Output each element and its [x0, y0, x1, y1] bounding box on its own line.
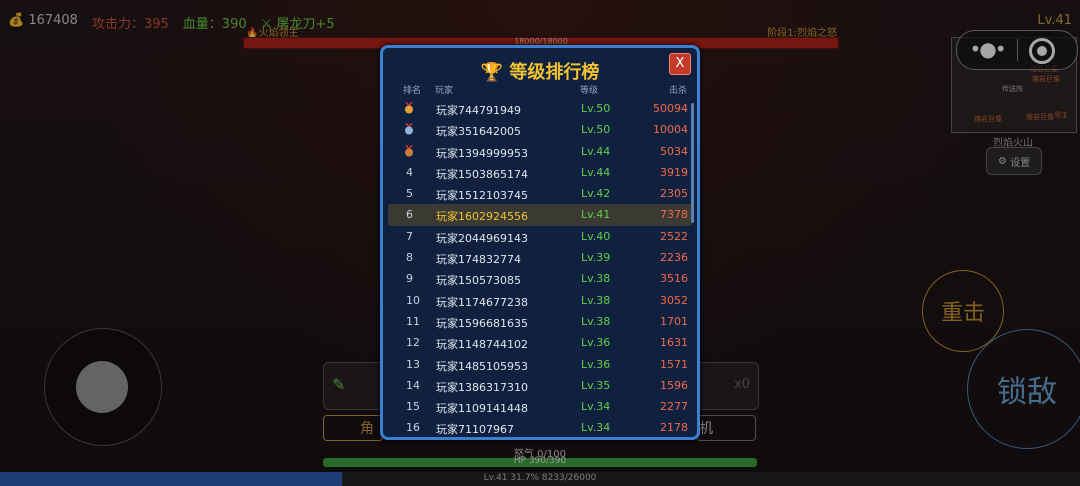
kill-count: 3919	[660, 165, 688, 179]
player-level-cell: Lv.34	[581, 400, 611, 414]
kill-count: 1571	[660, 357, 688, 371]
kill-count: 1631	[660, 336, 688, 350]
leaderboard-row[interactable]: 9 玩家150573085 Lv.38 3516	[388, 268, 692, 289]
player-level-cell: Lv.36	[581, 336, 611, 350]
leaderboard-row[interactable]: 5 玩家1512103745 Lv.42 2305	[388, 183, 692, 204]
gold-medal-icon	[405, 102, 413, 114]
rank-number: 12	[406, 336, 420, 350]
player-level-cell: Lv.44	[581, 144, 611, 158]
player-name: 玩家1503865174	[436, 167, 528, 181]
scrollbar[interactable]	[691, 103, 694, 223]
leaderboard-row[interactable]: 玩家744791949 Lv.50 50094	[388, 98, 692, 119]
player-level-cell: Lv.35	[581, 378, 611, 392]
leaderboard-row[interactable]: 16 玩家71107967 Lv.34 2178	[388, 417, 692, 438]
player-name: 玩家1148744102	[436, 338, 528, 352]
silver-medal-icon	[405, 123, 413, 135]
leaderboard-row[interactable]: 玩家351642005 Lv.50 10004	[388, 119, 692, 140]
rank-number: 9	[406, 272, 413, 286]
leaderboard-row[interactable]: 12 玩家1148744102 Lv.36 1631	[388, 332, 692, 353]
player-name: 玩家1394999953	[436, 146, 528, 160]
leaderboard-row[interactable]: 4 玩家1503865174 Lv.44 3919	[388, 162, 692, 183]
bronze-medal-icon	[405, 144, 413, 157]
kill-count: 2178	[660, 421, 688, 435]
player-level-cell: Lv.50	[581, 102, 611, 115]
header-rank: 排名	[403, 86, 422, 96]
leaderboard-list[interactable]: 玩家744791949 Lv.50 50094 玩家351642005 Lv.50 100…	[388, 98, 692, 439]
rank-number: 11	[406, 314, 420, 328]
player-name: 玩家2044969143	[436, 231, 528, 245]
kill-count: 3516	[660, 272, 688, 286]
kill-count: 3052	[660, 293, 688, 307]
leaderboard-row[interactable]: 15 玩家1109141448 Lv.34 2277	[388, 396, 692, 417]
player-name: 玩家1174677238	[436, 295, 528, 309]
trophy-icon: 🏆	[480, 62, 504, 83]
kill-count: 1596	[660, 378, 688, 392]
player-name: 玩家1109141448	[436, 402, 528, 416]
leaderboard-row[interactable]: 13 玩家1485105953 Lv.36 1571	[388, 354, 692, 375]
player-level-cell: Lv.44	[581, 165, 611, 179]
player-level-cell: Lv.42	[581, 187, 611, 201]
player-name: 玩家744791949	[436, 104, 521, 117]
player-name: 玩家1485105953	[436, 359, 528, 373]
rank-number: 6	[406, 208, 413, 222]
player-name: 玩家150573085	[436, 274, 521, 288]
rank-number: 4	[406, 165, 413, 179]
header-level: 等级	[580, 86, 599, 96]
player-level-cell: Lv.39	[581, 251, 611, 265]
close-button[interactable]: X	[669, 53, 691, 75]
kill-count: 7378	[660, 208, 688, 222]
player-name: 玩家351642005	[436, 125, 521, 139]
leaderboard-row-current-player[interactable]: 6 玩家1602924556 Lv.41 7378	[388, 204, 692, 226]
kill-count: 2522	[660, 229, 688, 243]
rank-number: 16	[406, 421, 420, 435]
leaderboard-row[interactable]: 14 玩家1386317310 Lv.35 1596	[388, 375, 692, 396]
rank-number: 5	[406, 187, 413, 201]
player-level-cell: Lv.34	[581, 421, 611, 435]
kill-count: 2305	[660, 187, 688, 201]
kill-count: 2236	[660, 251, 688, 265]
rank-number: 14	[406, 378, 420, 392]
player-level-cell: Lv.36	[581, 357, 611, 371]
player-name: 玩家1386317310	[436, 380, 528, 394]
kill-count: 2277	[660, 400, 688, 414]
leaderboard-row[interactable]: 7 玩家2044969143 Lv.40 2522	[388, 226, 692, 247]
player-level-cell: Lv.50	[581, 123, 611, 137]
header-player: 玩家	[435, 86, 454, 96]
player-name: 玩家174832774	[436, 253, 521, 267]
leaderboard-row[interactable]: 玩家1394999953 Lv.44 5034	[388, 141, 692, 162]
leaderboard-header: 排名 玩家 等级 击杀	[383, 83, 697, 97]
header-kills: 击杀	[668, 86, 687, 96]
kill-count: 1701	[660, 314, 688, 328]
player-name: 玩家1596681635	[436, 316, 528, 330]
player-level-cell: Lv.38	[581, 272, 611, 286]
kill-count: 50094	[653, 102, 688, 115]
leaderboard-row[interactable]: 11 玩家1596681635 Lv.38 1701	[388, 311, 692, 332]
player-level-cell: Lv.40	[581, 229, 611, 243]
leaderboard-row[interactable]: 8 玩家174832774 Lv.39 2236	[388, 247, 692, 268]
player-name: 玩家71107967	[436, 423, 514, 437]
leaderboard-row[interactable]: 10 玩家1174677238 Lv.38 3052	[388, 290, 692, 311]
rank-number: 15	[406, 400, 420, 414]
rank-number: 7	[406, 229, 413, 243]
player-name: 玩家1602924556	[436, 210, 528, 224]
leaderboard-title: 🏆 等级排行榜	[480, 62, 600, 83]
kill-count: 10004	[653, 123, 688, 137]
player-level-cell: Lv.41	[581, 208, 611, 222]
player-name: 玩家1512103745	[436, 189, 528, 203]
rank-number: 8	[406, 251, 413, 265]
rank-number: 10	[406, 293, 420, 307]
player-level-cell: Lv.38	[581, 293, 611, 307]
player-level-cell: Lv.38	[581, 314, 611, 328]
rank-number: 13	[406, 357, 420, 371]
leaderboard-dialog: 🏆 等级排行榜 X 排名 玩家 等级 击杀 玩家744791949 Lv.50 50…	[380, 45, 700, 440]
kill-count: 5034	[660, 144, 688, 158]
